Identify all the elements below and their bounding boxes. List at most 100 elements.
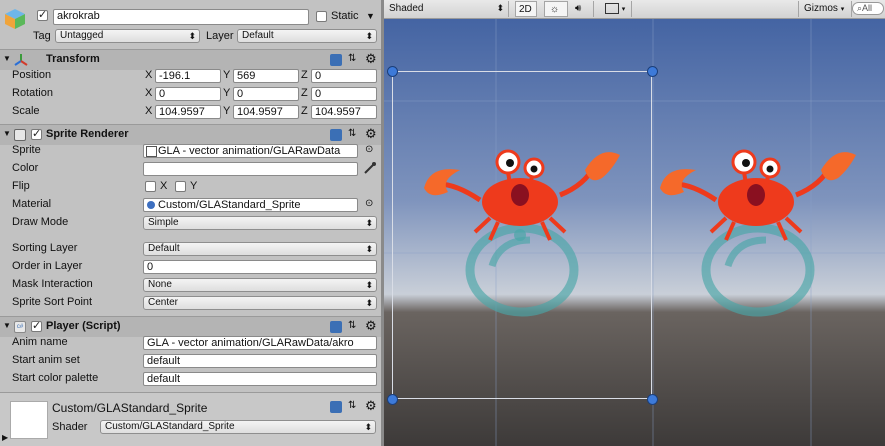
- object-picker-icon[interactable]: ⊙: [365, 198, 373, 209]
- position-x-field[interactable]: -196.1: [155, 69, 221, 83]
- rect-selection-frame[interactable]: [392, 71, 652, 399]
- player-enabled-checkbox[interactable]: [31, 319, 42, 332]
- help-icon[interactable]: [330, 54, 342, 66]
- preset-icon[interactable]: ⇅: [348, 128, 356, 139]
- chevron-updown-icon: ⬍: [365, 280, 373, 290]
- static-checkbox[interactable]: [316, 11, 327, 22]
- 2d-toggle-button[interactable]: 2D: [515, 1, 537, 17]
- rect-handle-bottom-left[interactable]: [387, 394, 398, 405]
- speaker-icon: 🔊︎: [575, 3, 582, 14]
- anim-name-field[interactable]: GLA - vector animation/GLARawData/akro: [143, 336, 377, 350]
- preset-icon[interactable]: ⇅: [348, 400, 356, 411]
- start-color-row: Start color palette default: [0, 370, 381, 388]
- anim-name-label: Anim name: [12, 336, 68, 348]
- tag-dropdown[interactable]: Untagged ⬍: [55, 29, 200, 43]
- scale-z-field[interactable]: 104.9597: [311, 105, 377, 119]
- x-axis-label: X: [145, 69, 153, 81]
- order-field[interactable]: 0: [143, 260, 377, 274]
- flip-label: Flip: [12, 180, 30, 192]
- scale-x-field[interactable]: 104.9597: [155, 105, 221, 119]
- draw-mode-dropdown[interactable]: Simple ⬍: [143, 216, 377, 230]
- static-label: Static: [331, 10, 359, 22]
- crab-sprite[interactable]: [656, 140, 885, 330]
- sprite-asset-icon: [146, 146, 157, 157]
- mask-dropdown[interactable]: None ⬍: [143, 278, 377, 292]
- scene-view[interactable]: Shaded ⬍ 2D ☼ 🔊︎ ▾ Gizmos ▾ ⌕All: [384, 0, 885, 446]
- active-checkbox[interactable]: [37, 8, 48, 21]
- tag-value: Untagged: [60, 30, 104, 41]
- scale-y-field[interactable]: 104.9597: [233, 105, 299, 119]
- fold-arrow-icon[interactable]: ▼: [3, 54, 11, 63]
- z-axis-label: Z: [301, 69, 308, 81]
- material-preview: [10, 401, 48, 439]
- fold-arrow-icon[interactable]: ▼: [3, 129, 11, 138]
- rect-handle-bottom-right[interactable]: [647, 394, 658, 405]
- sorting-layer-row: Sorting Layer Default ⬍: [0, 240, 381, 258]
- rect-handle-top-right[interactable]: [647, 66, 658, 77]
- rotation-x-field[interactable]: 0: [155, 87, 221, 101]
- sort-point-dropdown[interactable]: Center ⬍: [143, 296, 377, 310]
- player-title: Player (Script): [46, 320, 121, 332]
- gear-icon[interactable]: ⚙: [365, 398, 377, 414]
- search-placeholder: All: [862, 3, 873, 13]
- static-dropdown-icon[interactable]: ▼: [366, 11, 375, 21]
- sprite-renderer-icon: [14, 129, 26, 141]
- audio-toggle-button[interactable]: 🔊︎: [570, 1, 594, 17]
- rect-handle-top-left[interactable]: [387, 66, 398, 77]
- material-section: Custom/GLAStandard_Sprite Shader Custom/…: [0, 392, 381, 446]
- rotation-y-field[interactable]: 0: [233, 87, 299, 101]
- flip-y-checkbox[interactable]: [175, 181, 186, 192]
- material-value: Custom/GLAStandard_Sprite: [158, 199, 301, 211]
- sorting-layer-dropdown[interactable]: Default ⬍: [143, 242, 377, 256]
- material-sphere-icon: [147, 201, 155, 209]
- preset-icon[interactable]: ⇅: [348, 53, 356, 64]
- rotation-z-field[interactable]: 0: [311, 87, 377, 101]
- flip-x-checkbox[interactable]: [145, 181, 156, 192]
- scene-search-input[interactable]: ⌕All: [852, 2, 884, 15]
- lighting-toggle-button[interactable]: ☼: [544, 1, 568, 17]
- shading-mode-dropdown[interactable]: Shaded ⬍: [384, 1, 509, 17]
- shader-dropdown[interactable]: Custom/GLAStandard_Sprite ⬍: [100, 420, 376, 434]
- material-field[interactable]: Custom/GLAStandard_Sprite: [143, 198, 358, 212]
- scale-row: Scale X 104.9597 Y 104.9597 Z 104.9597: [0, 103, 381, 121]
- gear-icon[interactable]: ⚙: [365, 318, 377, 334]
- position-z-field[interactable]: 0: [311, 69, 377, 83]
- gizmos-dropdown[interactable]: Gizmos ▾: [798, 1, 852, 17]
- chevron-updown-icon: ⬍: [365, 244, 373, 254]
- help-icon[interactable]: [330, 321, 342, 333]
- fold-arrow-icon[interactable]: ▶: [2, 433, 8, 442]
- object-picker-icon[interactable]: ⊙: [365, 144, 373, 155]
- chevron-updown-icon: ⬍: [496, 3, 504, 13]
- y-axis-label: Y: [223, 87, 231, 99]
- start-color-field[interactable]: default: [143, 372, 377, 386]
- scene-toolbar: Shaded ⬍ 2D ☼ 🔊︎ ▾ Gizmos ▾ ⌕All: [384, 0, 885, 19]
- sprite-renderer-enabled-checkbox[interactable]: [31, 127, 42, 140]
- order-row: Order in Layer 0: [0, 258, 381, 276]
- preset-icon[interactable]: ⇅: [348, 320, 356, 331]
- position-y-field[interactable]: 569: [233, 69, 299, 83]
- help-icon[interactable]: [330, 129, 342, 141]
- sprite-field[interactable]: GLA - vector animation/GLARawData: [143, 144, 358, 158]
- x-axis-label: X: [145, 105, 153, 117]
- gameobject-icon: [4, 8, 26, 30]
- fold-arrow-icon[interactable]: ▼: [3, 321, 11, 330]
- layer-dropdown[interactable]: Default ⬍: [237, 29, 377, 43]
- flip-x-label: X: [160, 180, 168, 192]
- start-anim-field[interactable]: default: [143, 354, 377, 368]
- object-name-field[interactable]: akrokrab: [53, 9, 309, 25]
- material-section-name: Custom/GLAStandard_Sprite: [52, 401, 208, 415]
- y-axis-label: Y: [223, 105, 231, 117]
- gear-icon[interactable]: ⚙: [365, 126, 377, 142]
- sort-point-row: Sprite Sort Point Center ⬍: [0, 294, 381, 312]
- eyedropper-icon[interactable]: [363, 161, 377, 178]
- mask-label: Mask Interaction: [12, 278, 93, 290]
- anim-name-row: Anim name GLA - vector animation/GLARawD…: [0, 334, 381, 352]
- chevron-updown-icon: ⬍: [365, 31, 373, 41]
- help-icon[interactable]: [330, 401, 342, 413]
- draw-mode-value: Simple: [148, 217, 179, 228]
- color-swatch[interactable]: [143, 162, 358, 176]
- draw-mode-label: Draw Mode: [12, 216, 69, 228]
- effects-dropdown[interactable]: ▾: [600, 1, 632, 17]
- flip-y-label: Y: [190, 180, 198, 192]
- gear-icon[interactable]: ⚙: [365, 51, 377, 67]
